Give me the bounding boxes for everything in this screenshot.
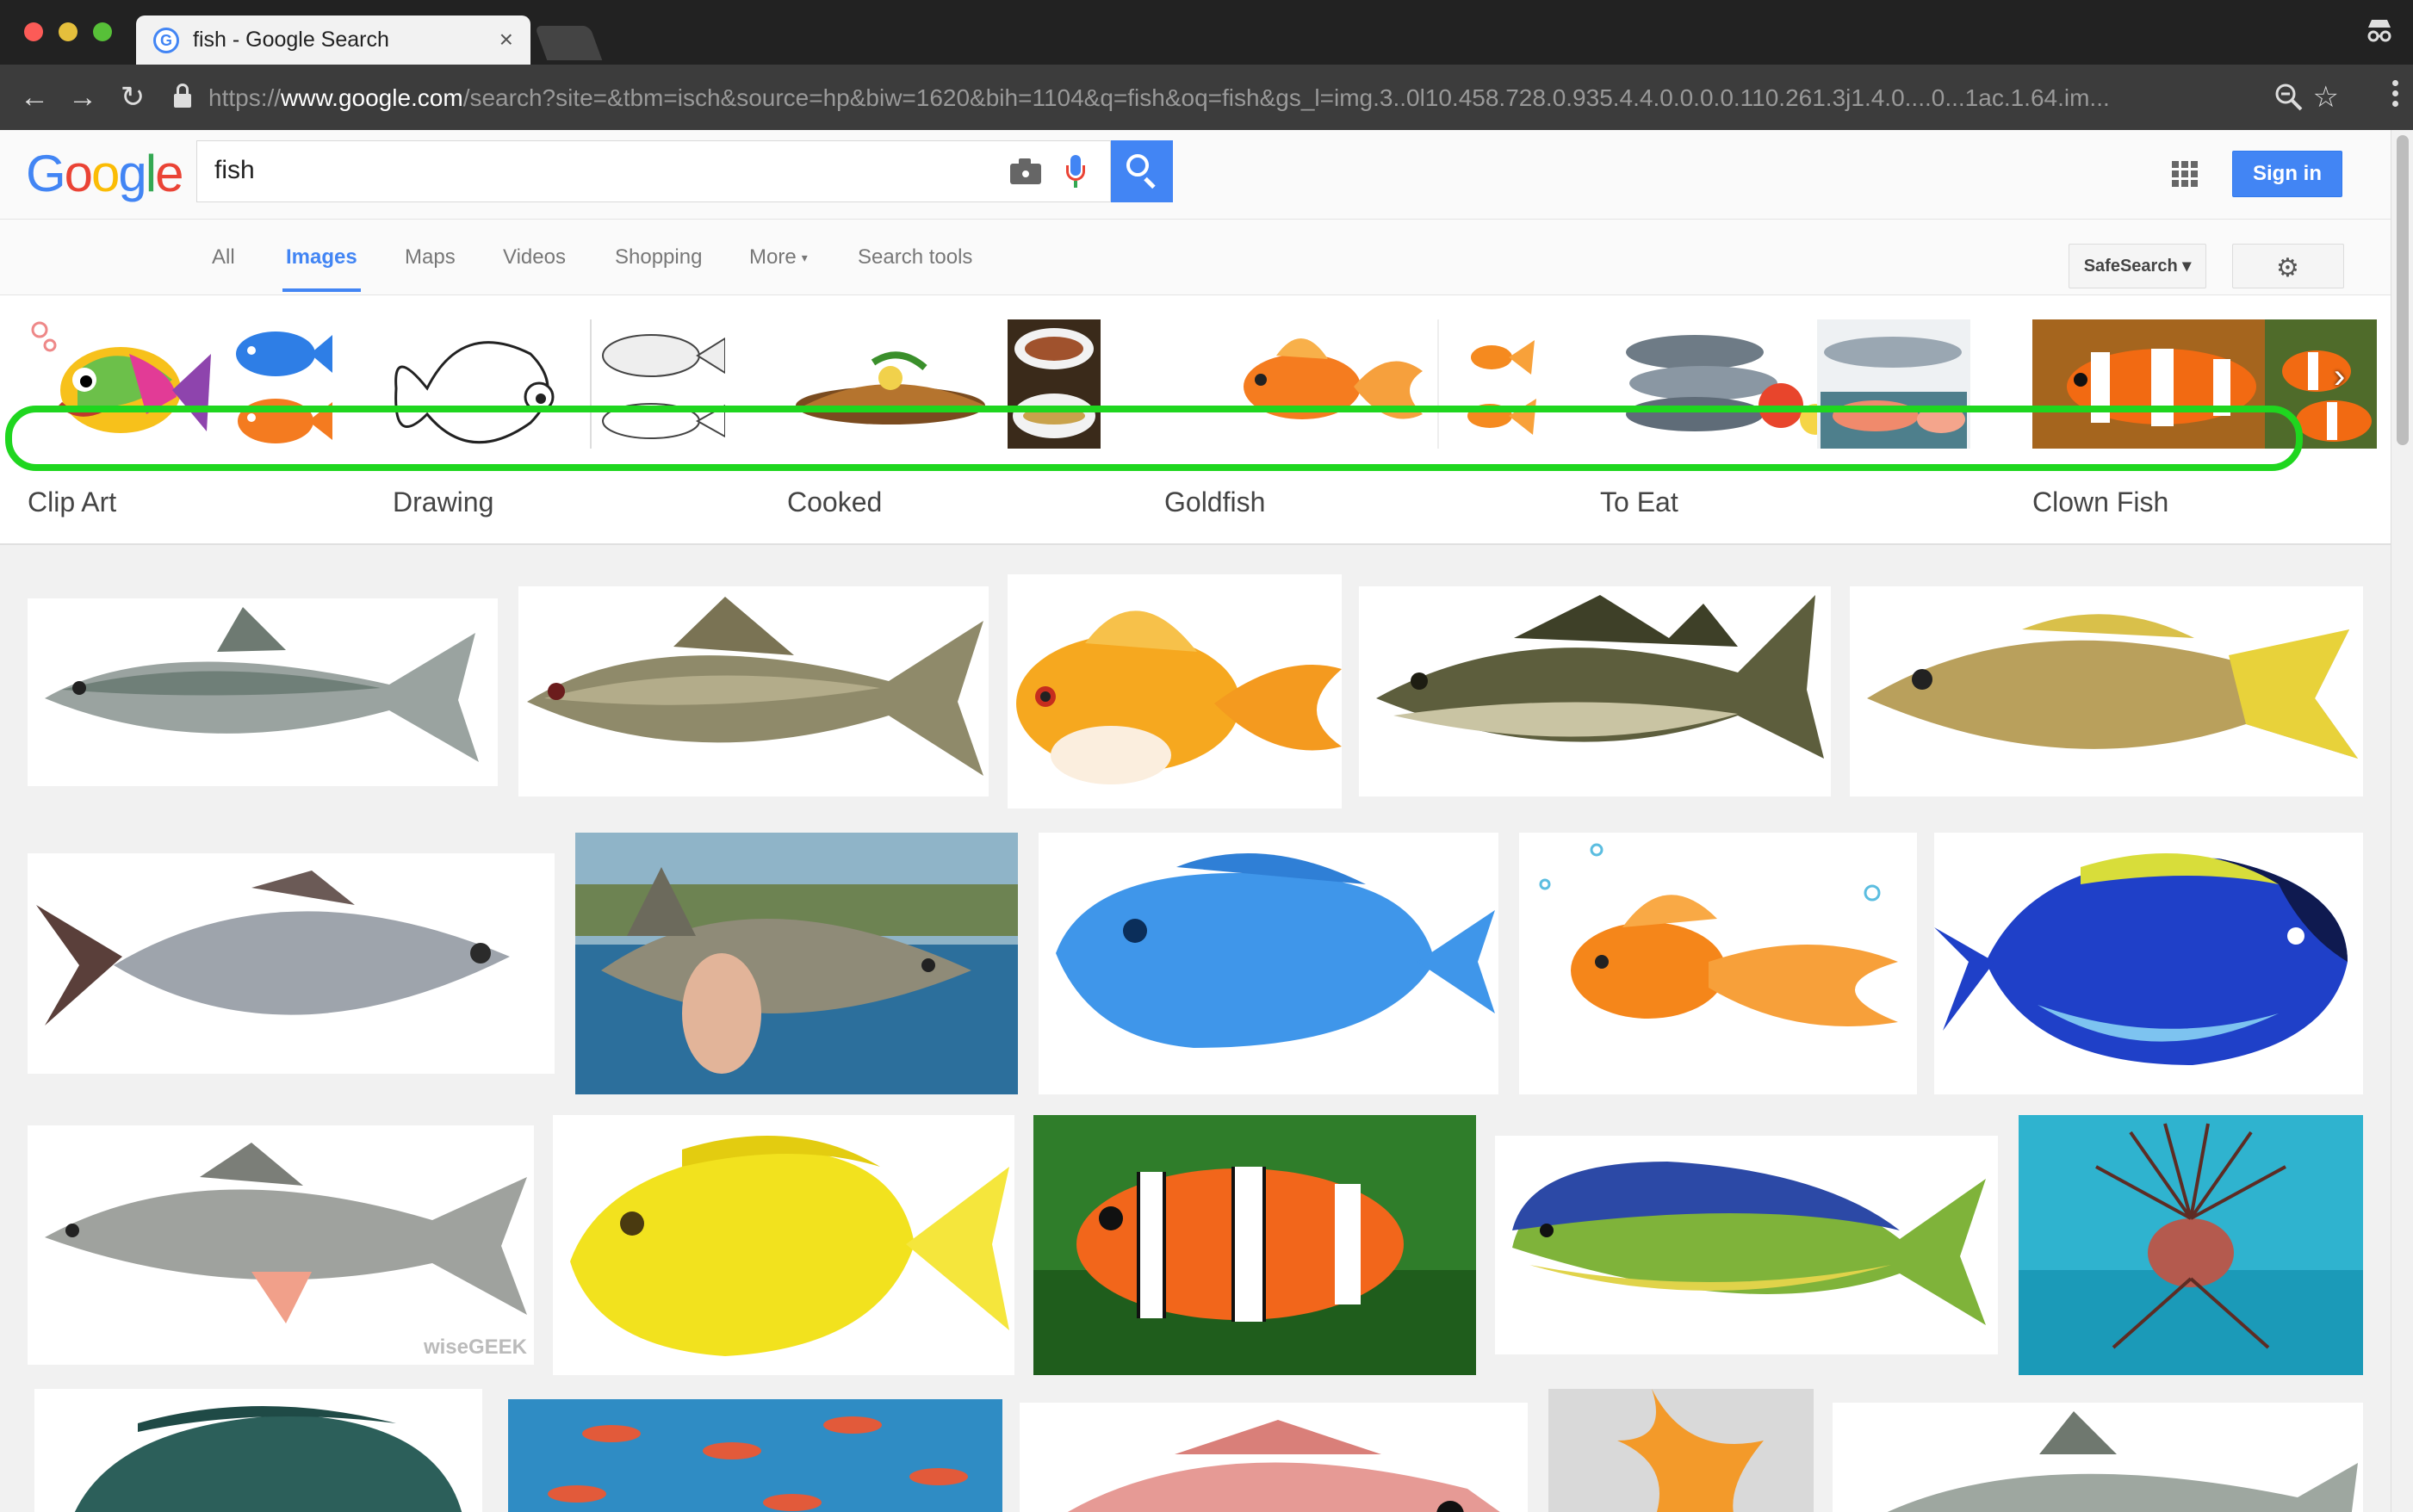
result-image[interactable] [34, 1389, 482, 1512]
browser-tab[interactable]: G fish - Google Search × [136, 15, 530, 67]
related-label-drawing[interactable]: Drawing [393, 486, 493, 518]
related-item-cooked[interactable] [787, 319, 1101, 449]
result-image[interactable] [1833, 1403, 2363, 1512]
search-tabs: All Images Maps Videos Shopping More ▾ Se… [0, 220, 2391, 295]
result-image[interactable] [28, 853, 555, 1074]
result-image[interactable] [1039, 833, 1498, 1094]
tab-more[interactable]: More ▾ [749, 245, 808, 270]
address-bar[interactable]: https://www.google.com/search?site=&tbm=… [164, 75, 2342, 120]
logo-letter: e [155, 145, 183, 202]
sign-in-button[interactable]: Sign in [2232, 151, 2342, 197]
settings-button[interactable]: ⚙ [2232, 244, 2344, 288]
result-image[interactable] [1020, 1403, 1528, 1512]
result-image[interactable] [1495, 1136, 1998, 1354]
scrollbar-thumb[interactable] [2397, 135, 2409, 445]
lock-icon [174, 84, 191, 109]
google-logo[interactable]: Google [26, 144, 184, 203]
search-box [196, 140, 1111, 202]
maximize-window-button[interactable] [93, 22, 112, 41]
related-searches-strip: › Clip Art Drawing Cooked Goldfish To Ea… [0, 295, 2391, 545]
google-favicon-icon: G [153, 28, 179, 53]
result-image[interactable] [1548, 1389, 1814, 1512]
image-watermark: wiseGEEK [423, 1335, 527, 1359]
related-label-goldfish[interactable]: Goldfish [1164, 486, 1265, 518]
close-window-button[interactable] [24, 22, 43, 41]
browser-titlebar: G fish - Google Search × [0, 0, 2413, 67]
url-text[interactable]: https://www.google.com/search?site=&tbm=… [208, 84, 2267, 112]
tab-title: fish - Google Search [193, 28, 389, 52]
google-results-page: Google Sign in All Images Maps Videos Sh… [0, 130, 2391, 1512]
browser-toolbar: ← → ↻ https://www.google.com/search?site… [0, 65, 2413, 130]
related-label-cooked[interactable]: Cooked [787, 486, 882, 518]
related-label-to-eat[interactable]: To Eat [1600, 486, 1678, 518]
result-image[interactable] [1008, 574, 1342, 809]
url-host: www.google.com [281, 84, 463, 111]
result-image[interactable] [553, 1115, 1014, 1375]
safesearch-dropdown[interactable]: SafeSearch ▾ [2069, 244, 2206, 288]
chevron-right-icon[interactable]: › [2334, 357, 2365, 409]
url-scheme: https:// [208, 84, 282, 111]
microphone-icon[interactable] [1065, 155, 1086, 189]
page-scrollbar[interactable] [2391, 130, 2413, 1512]
result-image[interactable] [1033, 1115, 1476, 1375]
related-item-clown-fish[interactable] [2032, 319, 2377, 449]
tab-search-tools[interactable]: Search tools [858, 245, 972, 270]
result-image[interactable]: wiseGEEK [28, 1125, 534, 1365]
result-image[interactable] [1850, 586, 2363, 796]
forward-arrow-icon[interactable]: → [65, 80, 100, 115]
logo-letter: g [118, 145, 146, 202]
gear-icon: ⚙ [2276, 254, 2299, 282]
result-image[interactable] [1359, 586, 1831, 796]
result-image[interactable] [1934, 833, 2363, 1094]
related-label-clown-fish[interactable]: Clown Fish [2032, 486, 2168, 518]
result-image[interactable] [575, 833, 1018, 1094]
reload-icon[interactable]: ↻ [115, 80, 150, 115]
new-tab-button[interactable] [534, 26, 603, 60]
bookmark-star-icon[interactable]: ☆ [2313, 80, 2339, 115]
tab-images[interactable]: Images [282, 245, 361, 292]
incognito-icon [2365, 17, 2394, 43]
tab-more-label: More [749, 245, 797, 269]
result-image[interactable] [28, 598, 498, 786]
camera-icon[interactable] [1010, 158, 1041, 184]
search-input[interactable] [214, 153, 989, 188]
related-label-clip-art[interactable]: Clip Art [28, 486, 116, 518]
related-item-goldfish[interactable] [1164, 319, 1538, 449]
tab-close-icon[interactable]: × [499, 26, 513, 53]
tab-videos[interactable]: Videos [503, 245, 566, 270]
related-item-drawing[interactable] [393, 319, 725, 449]
tab-maps[interactable]: Maps [405, 245, 456, 270]
url-path: /search?site=&tbm=isch&source=hp&biw=162… [462, 84, 2110, 111]
logo-letter: o [64, 145, 93, 202]
result-image[interactable] [1519, 833, 1917, 1094]
result-image[interactable] [518, 586, 989, 796]
related-item-clip-art[interactable] [26, 319, 332, 449]
apps-grid-icon[interactable] [2172, 161, 2198, 187]
chevron-down-icon: ▾ [801, 251, 808, 265]
search-icon [1126, 154, 1149, 177]
logo-letter: G [26, 145, 66, 202]
logo-letter: o [91, 145, 120, 202]
tab-all[interactable]: All [212, 245, 235, 270]
related-item-to-eat[interactable] [1600, 319, 1970, 449]
result-image[interactable] [2019, 1115, 2363, 1375]
result-image[interactable] [508, 1399, 1002, 1512]
minimize-window-button[interactable] [59, 22, 78, 41]
zoom-icon[interactable] [2273, 82, 2304, 113]
logo-letter: l [145, 145, 157, 202]
google-header: Google Sign in [0, 130, 2391, 220]
back-arrow-icon[interactable]: ← [17, 80, 52, 115]
browser-menu-icon[interactable] [2392, 80, 2399, 115]
tab-shopping[interactable]: Shopping [615, 245, 702, 270]
search-button[interactable] [1111, 140, 1173, 202]
